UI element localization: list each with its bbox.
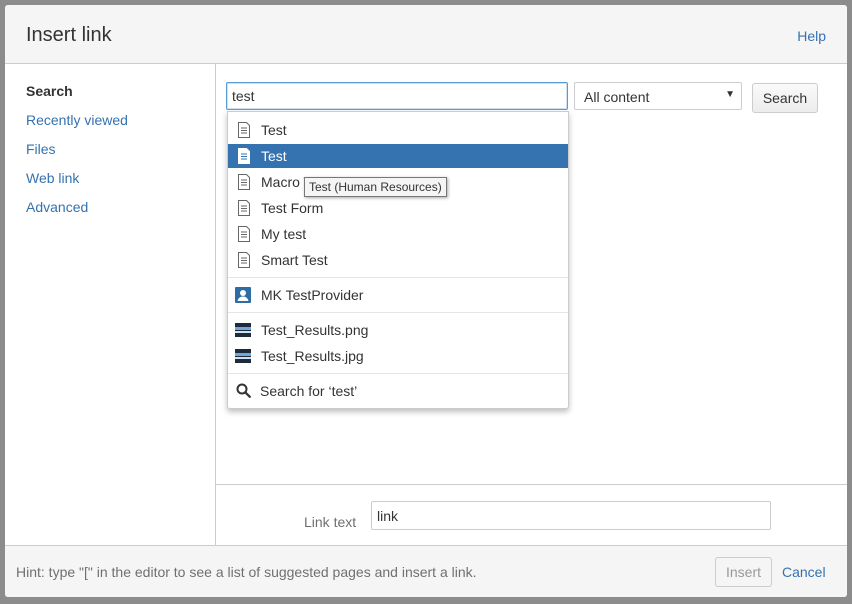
- hint-text: Hint: type "[" in the editor to see a li…: [16, 564, 477, 580]
- dialog-header: Insert link Help: [5, 5, 847, 64]
- suggestion-label: My test: [261, 226, 307, 242]
- search-for-label: Search for ‘test’: [260, 383, 358, 399]
- dropdown-divider: [228, 312, 568, 313]
- chevron-down-icon: ▼: [725, 89, 735, 100]
- search-icon: [236, 383, 251, 398]
- image-icon: [235, 323, 251, 337]
- suggestion-item[interactable]: Smart Test: [228, 248, 568, 272]
- help-link[interactable]: Help: [797, 28, 826, 44]
- page-icon: [238, 148, 250, 164]
- dialog-title: Insert link: [26, 24, 112, 46]
- dialog-footer: Hint: type "[" in the editor to see a li…: [5, 545, 847, 597]
- content-scope-select[interactable]: All content ▼: [574, 82, 742, 110]
- sidebar: Search Recently viewed Files Web link Ad…: [5, 64, 216, 545]
- suggestion-item[interactable]: Test: [228, 118, 568, 142]
- suggestion-item-selected[interactable]: Test: [228, 144, 568, 168]
- link-text-input[interactable]: [371, 501, 771, 530]
- suggestion-item[interactable]: My test: [228, 222, 568, 246]
- link-text-label: Link text: [304, 514, 357, 530]
- suggestion-item[interactable]: Test_Results.jpg: [228, 344, 568, 368]
- sidebar-item-recently-viewed[interactable]: Recently viewed: [26, 112, 128, 128]
- page-icon: [238, 174, 250, 190]
- content-scope-value: All content: [584, 89, 650, 105]
- search-input[interactable]: [226, 82, 568, 110]
- page-icon: [238, 252, 250, 268]
- dropdown-divider: [228, 373, 568, 374]
- suggestion-label: Test: [261, 122, 287, 138]
- suggestion-label: Test_Results.png: [261, 322, 369, 338]
- suggestion-label: Test: [261, 148, 287, 164]
- sidebar-item-advanced[interactable]: Advanced: [26, 199, 88, 215]
- insert-button[interactable]: Insert: [715, 557, 772, 587]
- suggestion-item[interactable]: Test_Results.png: [228, 318, 568, 342]
- suggestion-label: Smart Test: [261, 252, 328, 268]
- dropdown-divider: [228, 277, 568, 278]
- suggestion-item[interactable]: MK TestProvider: [228, 283, 568, 307]
- page-icon: [238, 200, 250, 216]
- image-icon: [235, 349, 251, 363]
- user-icon: [235, 287, 251, 303]
- search-button[interactable]: Search: [752, 83, 818, 113]
- link-text-section: Link text: [216, 484, 847, 546]
- suggestion-item[interactable]: Test Form: [228, 196, 568, 220]
- sidebar-item-files[interactable]: Files: [26, 141, 56, 157]
- cancel-link[interactable]: Cancel: [782, 564, 826, 580]
- page-icon: [238, 122, 250, 138]
- page-icon: [238, 226, 250, 242]
- suggestion-label: Test_Results.jpg: [261, 348, 364, 364]
- sidebar-item-web-link[interactable]: Web link: [26, 170, 79, 186]
- suggestion-label: MK TestProvider: [261, 287, 364, 303]
- search-suggestions-dropdown: Test Test Macro Test Test Form My test S…: [227, 111, 569, 409]
- search-for-query-item[interactable]: Search for ‘test’: [228, 379, 568, 403]
- tooltip: Test (Human Resources): [304, 177, 447, 197]
- suggestion-label: Test Form: [261, 200, 324, 216]
- sidebar-item-search[interactable]: Search: [26, 83, 73, 99]
